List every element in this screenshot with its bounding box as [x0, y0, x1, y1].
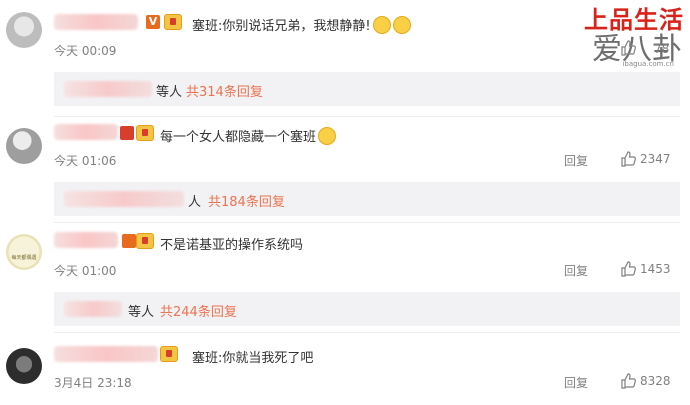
reply-users-label: 等人	[156, 85, 183, 100]
reply-users-label: 等人	[128, 305, 155, 320]
comment-text: 塞班:你别说话兄弟，我想静静!	[192, 15, 411, 34]
username-blurred[interactable]	[54, 14, 138, 30]
reply-users-label: 人	[188, 195, 202, 210]
reply-users-blurred	[64, 301, 122, 317]
more-replies-link[interactable]: 共314条回复	[186, 81, 263, 100]
emoji-icon	[318, 127, 337, 145]
comment-time: 今天 01:06	[54, 154, 117, 168]
avatar[interactable]	[6, 348, 42, 384]
reply-summary[interactable]: 等人 共244条回复	[54, 292, 680, 326]
avatar[interactable]: 每天都偶遇	[6, 234, 42, 270]
username-blurred[interactable]	[54, 346, 158, 362]
thumbs-up-icon[interactable]	[620, 40, 636, 56]
comment-time: 3月4日 23:18	[54, 376, 132, 390]
reply-users-blurred	[64, 81, 152, 97]
comment-text: 每一个女人都隐藏一个塞班	[160, 126, 337, 145]
username-blurred[interactable]	[54, 232, 118, 248]
comment-text: 塞班:你就当我死了吧	[192, 351, 314, 366]
more-replies-link[interactable]: 共184条回复	[208, 191, 285, 210]
reply-button[interactable]: 回复	[564, 374, 588, 391]
vip-icon: V	[146, 15, 160, 29]
emoji-icon	[392, 16, 411, 34]
thumbs-up-icon[interactable]	[620, 151, 636, 167]
thumbs-up-icon[interactable]	[620, 261, 636, 277]
comment-text: 不是诺基亚的操作系统吗	[160, 238, 304, 253]
emoji-icon	[372, 16, 391, 34]
like-count: 1453	[640, 262, 671, 276]
reply-summary[interactable]: 等人 共314条回复	[54, 72, 680, 106]
comment-item: 塞班:你就当我死了吧 3月4日 23:18 回复 8328	[0, 332, 690, 405]
reply-summary[interactable]: 人 共184条回复	[54, 182, 680, 216]
comment-item: V 塞班:你别说话兄弟，我想静静! 今天 00:09 78 等人 共314条回复	[0, 0, 690, 110]
comment-time: 今天 01:00	[54, 264, 117, 278]
badge-icon	[164, 14, 182, 30]
more-replies-link[interactable]: 共244条回复	[160, 301, 237, 320]
comment-item: 每天都偶遇 不是诺基亚的操作系统吗 今天 01:00 回复 1453 等人 共2…	[0, 222, 690, 332]
vip-icon	[120, 126, 134, 140]
avatar[interactable]	[6, 128, 42, 164]
badge-icon	[136, 125, 154, 141]
comment-time: 今天 00:09	[54, 44, 117, 58]
username-blurred[interactable]	[54, 124, 118, 140]
like-count: 78	[654, 42, 670, 56]
like-count: 2347	[640, 152, 671, 166]
vip-icon	[122, 234, 136, 248]
thumbs-up-icon[interactable]	[620, 373, 636, 389]
like-count: 8328	[640, 374, 671, 388]
comment-item: 每一个女人都隐藏一个塞班 今天 01:06 回复 2347 人 共184条回复	[0, 116, 690, 226]
reply-users-blurred	[64, 191, 184, 207]
badge-icon	[136, 233, 154, 249]
avatar-text: 每天都偶遇	[11, 255, 37, 261]
avatar[interactable]	[6, 12, 42, 48]
reply-button[interactable]: 回复	[564, 262, 588, 279]
badge-icon	[160, 346, 178, 362]
reply-button[interactable]: 回复	[564, 152, 588, 169]
